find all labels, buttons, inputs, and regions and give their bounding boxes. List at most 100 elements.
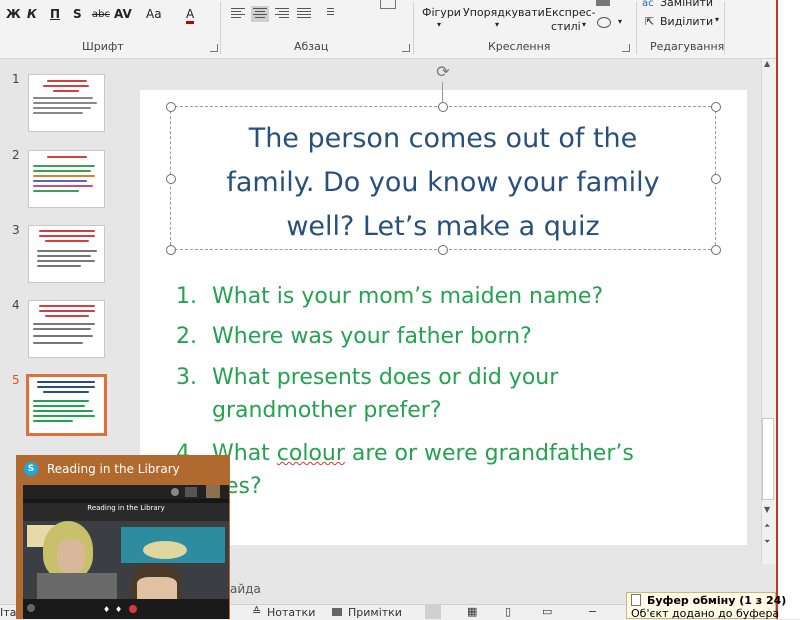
reading-view-icon[interactable]: ▯ bbox=[505, 605, 511, 618]
scroll-down-icon[interactable]: ▼ bbox=[764, 505, 770, 514]
participant-thumb bbox=[185, 487, 197, 497]
list-number: 3. bbox=[176, 365, 197, 390]
scrollbar-thumb[interactable] bbox=[762, 418, 774, 500]
editing-group-label: Редагування bbox=[650, 40, 725, 53]
cursor-icon: ⇱ bbox=[645, 15, 655, 28]
normal-view-icon[interactable] bbox=[425, 605, 441, 619]
clipboard-title: Буфер обміну (1 з 24) bbox=[647, 594, 787, 607]
resize-handle[interactable] bbox=[166, 174, 176, 184]
video-toolbar bbox=[23, 485, 229, 499]
list-item-text: are or were grandfather’s bbox=[344, 441, 634, 466]
thumbnail-number: 3 bbox=[12, 223, 20, 237]
slide-thumbnail-1[interactable] bbox=[28, 74, 105, 132]
child-face bbox=[137, 577, 177, 599]
title-line: The person comes out of the bbox=[248, 123, 638, 154]
font-dialog-launcher-icon[interactable] bbox=[210, 44, 218, 52]
resize-handle[interactable] bbox=[166, 245, 176, 255]
quick-styles-button[interactable]: Експрес- bbox=[545, 6, 596, 19]
clipboard-message: Об'єкт додано до буфера bbox=[631, 607, 780, 620]
previous-slide-icon[interactable]: ⏶ bbox=[764, 521, 770, 531]
resize-handle[interactable] bbox=[438, 245, 448, 255]
mic-icon[interactable]: ♦ bbox=[115, 605, 122, 614]
char-spacing-button[interactable]: AV bbox=[114, 7, 132, 21]
slide-title[interactable]: The person comes out of the family. Do y… bbox=[171, 117, 715, 249]
title-placeholder[interactable]: The person comes out of the family. Do y… bbox=[170, 106, 716, 250]
change-case-button[interactable]: Aa bbox=[146, 7, 162, 21]
person-face bbox=[57, 539, 85, 573]
clipboard-notification[interactable]: Буфер обміну (1 з 24) Об'єкт додано до б… bbox=[626, 592, 786, 620]
zoom-out-icon[interactable]: − bbox=[588, 605, 597, 618]
font-color-button[interactable]: A bbox=[186, 7, 195, 24]
camera-icon[interactable]: ♦ bbox=[103, 605, 110, 614]
shared-slide-title: Reading in the Library bbox=[87, 504, 165, 512]
replace-icon: ac bbox=[642, 0, 654, 9]
thumbnail-number: 4 bbox=[12, 298, 20, 312]
background-island bbox=[143, 541, 187, 559]
next-slide-icon[interactable]: ⏷ bbox=[764, 537, 770, 547]
italic-button[interactable]: К bbox=[27, 7, 37, 21]
justify-icon[interactable] bbox=[295, 6, 313, 22]
title-line: well? Let’s make a quiz bbox=[286, 211, 600, 242]
hang-up-icon[interactable] bbox=[129, 605, 137, 613]
slide-thumbnail-5[interactable] bbox=[26, 374, 107, 436]
person-shoulders bbox=[37, 573, 117, 599]
rotate-handle-icon[interactable]: ⟳ bbox=[434, 63, 452, 81]
list-item[interactable]: What presents does or did your bbox=[212, 365, 558, 390]
chevron-down-icon: ▾ bbox=[715, 15, 720, 24]
resize-handle[interactable] bbox=[711, 174, 721, 184]
bold-button[interactable]: Ж bbox=[6, 7, 21, 21]
shared-screen-video[interactable]: Reading in the Library ♦ ♦ bbox=[23, 485, 229, 619]
slide-thumbnail-4[interactable] bbox=[28, 300, 105, 358]
slide-thumbnail-2[interactable] bbox=[28, 150, 105, 208]
skype-window[interactable]: S Reading in the Library Reading in the … bbox=[16, 455, 230, 619]
drawing-dialog-launcher-icon[interactable] bbox=[622, 44, 630, 52]
strikethrough-button[interactable]: abc bbox=[92, 9, 110, 20]
list-number: 2. bbox=[176, 324, 197, 349]
comments-button[interactable]: Примітки bbox=[348, 606, 402, 619]
arrange-button[interactable]: Упорядкувати bbox=[463, 6, 545, 19]
align-right-icon[interactable] bbox=[273, 6, 291, 22]
select-button[interactable]: Виділити bbox=[660, 15, 713, 28]
right-edge bbox=[776, 0, 800, 619]
slide-sorter-icon[interactable]: ▦ bbox=[467, 605, 477, 618]
scroll-up-icon[interactable]: ▲ bbox=[764, 59, 770, 68]
columns-icon[interactable] bbox=[325, 6, 343, 22]
list-item[interactable]: What colour are or were grandfather’s bbox=[212, 441, 634, 466]
resize-handle[interactable] bbox=[438, 102, 448, 112]
skype-logo-icon: S bbox=[24, 462, 38, 476]
shadow-button[interactable]: S bbox=[73, 7, 82, 21]
notes-button[interactable]: Нотатки bbox=[267, 606, 315, 619]
resize-handle[interactable] bbox=[166, 102, 176, 112]
list-number: 1. bbox=[176, 284, 197, 309]
align-left-icon[interactable] bbox=[229, 6, 247, 22]
chevron-down-icon: ▾ bbox=[582, 20, 587, 29]
participant-thumb bbox=[206, 485, 220, 498]
resize-handle[interactable] bbox=[711, 102, 721, 112]
group-divider bbox=[636, 2, 637, 54]
chevron-down-icon: ▾ bbox=[618, 17, 623, 26]
replace-button[interactable]: Замінити bbox=[660, 0, 713, 9]
call-controls: ♦ ♦ bbox=[23, 599, 229, 619]
list-item[interactable]: Where was your father born? bbox=[212, 324, 532, 349]
spelling-flagged-word[interactable]: colour bbox=[277, 441, 345, 466]
slide-thumbnail-3[interactable] bbox=[28, 225, 105, 283]
text-box-icon[interactable] bbox=[380, 0, 396, 9]
list-item[interactable]: What is your mom’s maiden name? bbox=[212, 284, 603, 309]
resize-handle[interactable] bbox=[711, 245, 721, 255]
underline-button[interactable]: П bbox=[50, 7, 60, 21]
slideshow-icon[interactable]: ▭ bbox=[542, 605, 552, 618]
group-divider bbox=[724, 2, 725, 54]
chevron-down-icon: ▾ bbox=[437, 20, 442, 29]
shape-fill-icon[interactable] bbox=[596, 0, 610, 6]
title-line: family. Do you know your family bbox=[226, 167, 660, 198]
list-item-continuation[interactable]: grandmother prefer? bbox=[212, 398, 442, 423]
align-center-icon[interactable] bbox=[251, 6, 269, 22]
call-icon[interactable] bbox=[27, 604, 35, 612]
paragraph-dialog-launcher-icon[interactable] bbox=[402, 44, 410, 52]
font-group-label: Шрифт bbox=[82, 40, 124, 53]
ribbon: Ж К П S abc AV Aa A Шрифт Абзац Фігури ▾… bbox=[0, 0, 776, 59]
notes-icon: ≙ bbox=[252, 605, 262, 618]
shapes-button[interactable]: Фігури bbox=[422, 6, 461, 19]
shape-effects-icon[interactable] bbox=[597, 17, 611, 28]
thumbnail-number: 5 bbox=[12, 373, 20, 387]
